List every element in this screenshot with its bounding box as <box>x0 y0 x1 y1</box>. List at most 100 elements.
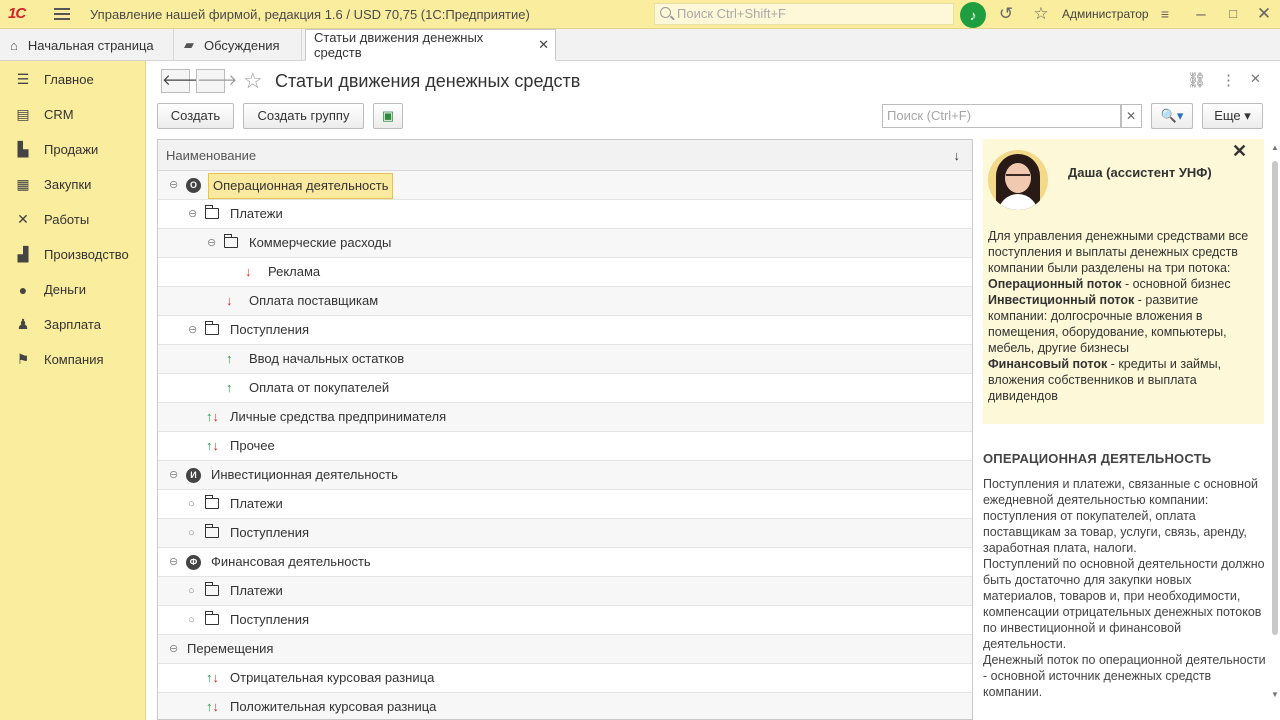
table-row[interactable]: ○ Платежи <box>158 577 972 606</box>
maximize-icon[interactable]: □ <box>1223 4 1243 24</box>
money-icon: ● <box>18 281 28 298</box>
user-name[interactable]: Администратор <box>1062 7 1149 21</box>
flag-icon: ⚑ <box>16 351 30 367</box>
sidebar-item-label: Главное <box>44 72 94 87</box>
notifications-bell-icon[interactable]: ♪ <box>960 2 986 28</box>
back-button[interactable]: 🡐 <box>161 69 202 93</box>
expand-icon[interactable]: ○ <box>188 577 195 605</box>
scroll-up-icon[interactable]: ▲ <box>1271 143 1279 152</box>
inflow-arrow-icon: ↑ <box>226 380 233 395</box>
global-search-placeholder: Поиск Ctrl+Shift+F <box>677 6 786 21</box>
scrollbar-thumb[interactable] <box>1272 161 1278 635</box>
create-button[interactable]: Создать <box>157 103 234 129</box>
sidebar-item-crm[interactable]: ▤ CRM <box>0 97 146 132</box>
collapse-icon[interactable]: ⊖ <box>207 229 216 257</box>
table-row[interactable]: ↑ Ввод начальных остатков <box>158 345 972 374</box>
sidebar-item-sales[interactable]: ▙ Продажи <box>0 132 146 167</box>
link-icon[interactable]: ⛓ <box>1187 71 1206 89</box>
row-label: Отрицательная курсовая разница <box>230 670 435 685</box>
create-group-button[interactable]: Создать группу <box>243 103 364 129</box>
row-label: Поступления <box>230 322 310 337</box>
clear-search-icon[interactable]: ✕ <box>1120 104 1142 128</box>
sidebar-item-salary[interactable]: ♟ Зарплата <box>0 307 146 342</box>
collapse-icon[interactable]: ⊖ <box>169 171 178 199</box>
table-row[interactable]: ⊖ И Инвестиционная деятельность <box>158 461 972 490</box>
table-row[interactable]: ↑↓ Положительная курсовая разница <box>158 693 972 719</box>
collapse-icon[interactable]: ⊖ <box>188 200 197 228</box>
search-options-button[interactable]: 🔍▾ <box>1151 103 1193 129</box>
copy-document-icon[interactable]: ▣ <box>373 103 403 129</box>
minimize-icon[interactable]: – <box>1191 4 1211 24</box>
main-menu-icon[interactable] <box>54 8 70 20</box>
history-icon[interactable]: ↺ <box>996 4 1016 24</box>
row-label: Поступления <box>230 612 310 627</box>
table-row[interactable]: ↓ Реклама <box>158 258 972 287</box>
close-form-icon[interactable]: ✕ <box>1250 71 1261 87</box>
sidebar-item-works[interactable]: ✕ Работы <box>0 202 146 237</box>
forward-button[interactable]: 🡒 <box>196 69 237 93</box>
collapse-icon[interactable]: ⊖ <box>169 548 178 576</box>
row-label: Прочее <box>230 438 275 453</box>
scroll-down-icon[interactable]: ▼ <box>1271 690 1279 699</box>
description-paragraph: поступления от покупателей, оплата поста… <box>983 509 1247 555</box>
tools-icon: ✕ <box>17 211 29 227</box>
sidebar-item-main[interactable]: ☰ Главное <box>0 62 146 97</box>
factory-icon: ▟ <box>17 246 29 262</box>
table-row[interactable]: ⊖ О Операционная деятельность <box>158 171 972 200</box>
settings-menu-icon[interactable]: ≡ <box>1155 4 1175 24</box>
table-row[interactable]: ↑↓ Прочее <box>158 432 972 461</box>
table-row[interactable]: ⊖ Ф Финансовая деятельность <box>158 548 972 577</box>
row-label: Коммерческие расходы <box>249 235 392 250</box>
table-row[interactable]: ⊖ Платежи <box>158 200 972 229</box>
table-row[interactable]: ○ Поступления <box>158 519 972 548</box>
favorite-star-icon[interactable]: ☆ <box>243 68 263 94</box>
table-row[interactable]: ↑↓ Личные средства предпринимателя <box>158 403 972 432</box>
tab-discussions[interactable]: ▰ Обсуждения <box>174 29 302 61</box>
close-window-icon[interactable]: ✕ <box>1254 4 1274 24</box>
collapse-icon[interactable]: ⊖ <box>188 316 197 344</box>
table-row[interactable]: ○ Поступления <box>158 606 972 635</box>
row-label: Оплата поставщикам <box>249 293 379 308</box>
table-row[interactable]: ⊖ Перемещения <box>158 635 972 664</box>
description-paragraph: Поступления и платежи, связанные с основ… <box>983 477 1258 507</box>
inflow-arrow-icon: ↑ <box>226 351 233 366</box>
tab-cash-flow-items[interactable]: Статьи движения денежных средств ✕ <box>305 29 556 61</box>
collapse-icon[interactable]: ⊖ <box>169 461 178 489</box>
assistant-text: Для управления денежными средствами все … <box>988 228 1258 404</box>
row-label: Перемещения <box>187 641 274 656</box>
sidebar-item-purchases[interactable]: ▦ Закупки <box>0 167 146 202</box>
expand-icon[interactable]: ○ <box>188 490 195 518</box>
more-vertical-icon[interactable]: ⋮ <box>1221 71 1236 89</box>
row-label: Платежи <box>230 206 283 221</box>
table-row[interactable]: ↓ Оплата поставщикам <box>158 287 972 316</box>
sidebar-item-money[interactable]: ● Деньги <box>0 272 146 307</box>
table-row[interactable]: ⊖ Поступления <box>158 316 972 345</box>
collapse-icon[interactable]: ⊖ <box>169 635 178 663</box>
search-icon <box>660 7 671 18</box>
table-header[interactable]: Наименование ↓ <box>158 140 972 171</box>
tab-home[interactable]: ⌂ Начальная страница <box>0 29 174 61</box>
more-button[interactable]: Еще ▾ <box>1202 103 1263 129</box>
close-assistant-icon[interactable]: ✕ <box>1232 141 1247 162</box>
sidebar-item-production[interactable]: ▟ Производство <box>0 237 146 272</box>
table-row[interactable]: ↑↓ Отрицательная курсовая разница <box>158 664 972 693</box>
favorites-star-icon[interactable]: ☆ <box>1031 4 1051 24</box>
right-panel-scrollbar[interactable]: ▲ ▼ <box>1270 139 1280 720</box>
form-content: 🡐 🡒 ☆ Статьи движения денежных средств ⛓… <box>146 61 1280 720</box>
people-icon: ♟ <box>16 316 30 332</box>
row-label: Положительная курсовая разница <box>230 699 437 714</box>
table-row[interactable]: ⊖ Коммерческие расходы <box>158 229 972 258</box>
sidebar-item-company[interactable]: ⚑ Компания <box>0 342 146 377</box>
description-paragraph: Поступлений по основной деятельности дол… <box>983 557 1265 651</box>
more-button-label: Еще <box>1214 108 1241 123</box>
table-row[interactable]: ↑ Оплата от покупателей <box>158 374 972 403</box>
folder-icon <box>223 234 238 248</box>
global-search-input[interactable]: Поиск Ctrl+Shift+F <box>654 3 954 25</box>
sort-desc-icon[interactable]: ↓ <box>954 140 961 171</box>
close-tab-icon[interactable]: ✕ <box>538 37 549 53</box>
purchases-icon: ▦ <box>16 176 30 192</box>
expand-icon[interactable]: ○ <box>188 606 195 634</box>
list-search-input[interactable]: Поиск (Ctrl+F) <box>882 104 1122 128</box>
table-row[interactable]: ○ Платежи <box>158 490 972 519</box>
expand-icon[interactable]: ○ <box>188 519 195 547</box>
